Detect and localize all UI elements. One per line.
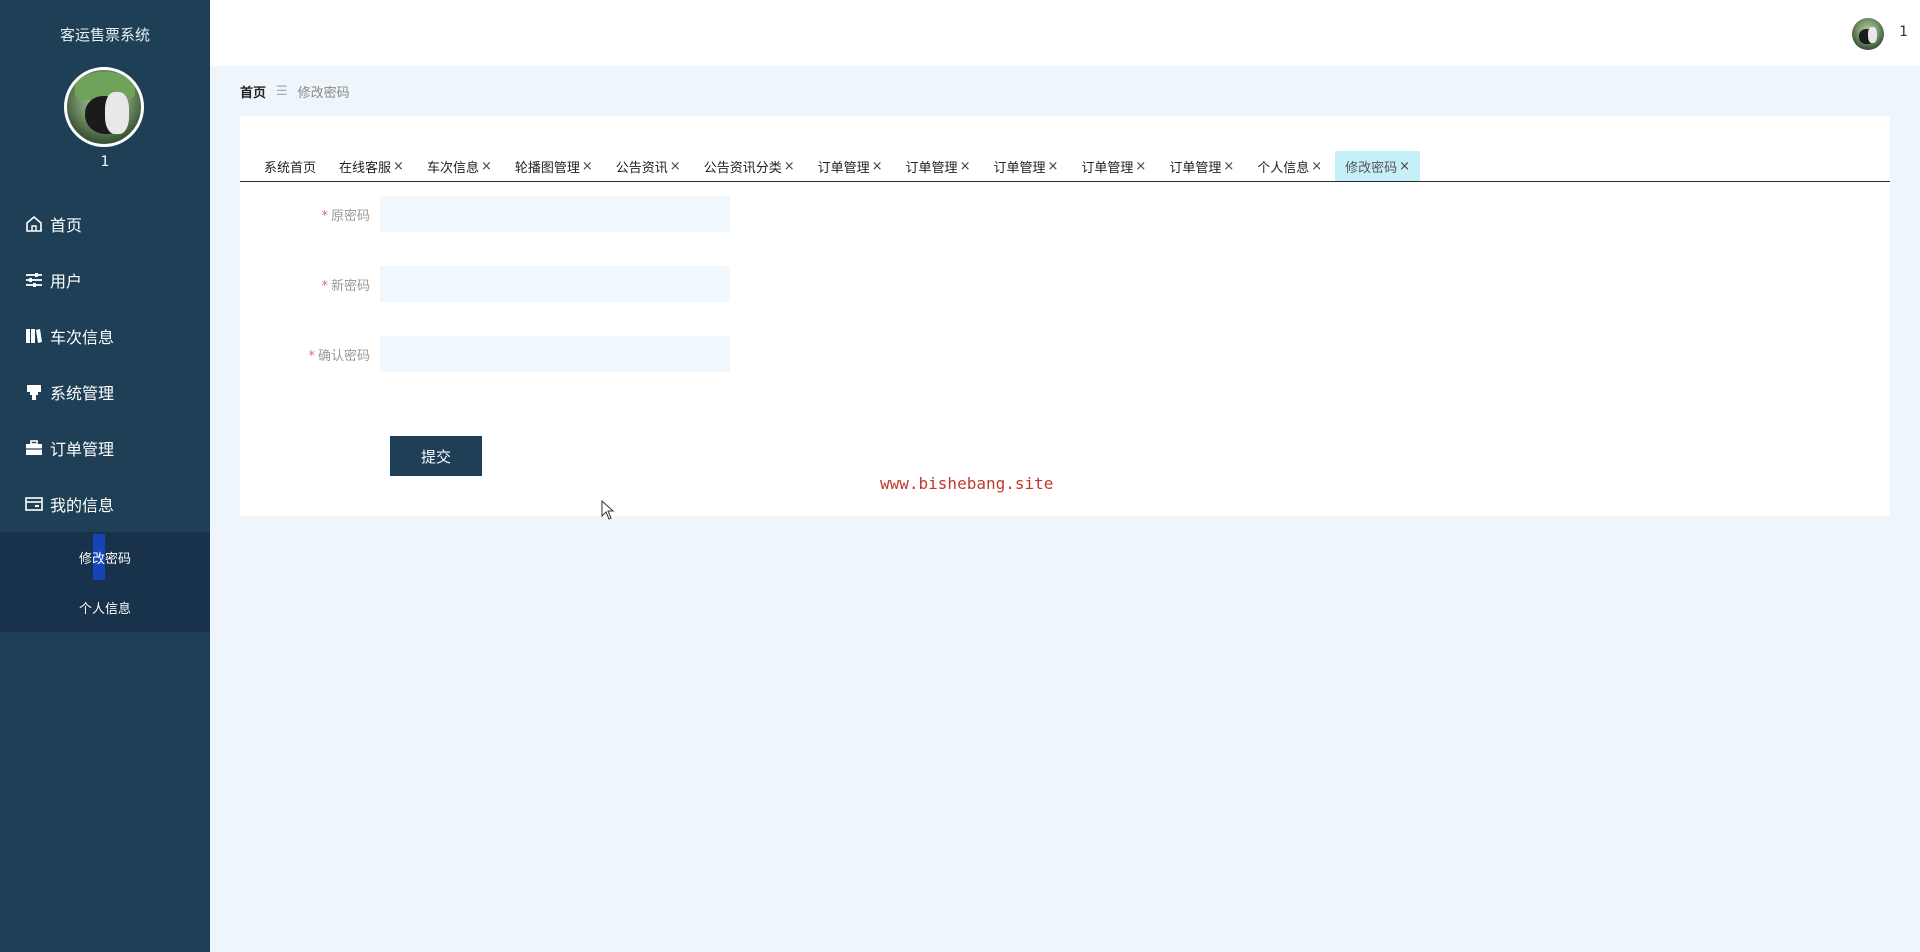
confirm-password-label: * 确认密码: [308, 348, 370, 364]
sidebar-item-my-info[interactable]: 我的信息: [0, 476, 210, 532]
form-row-old-password: * 原密码: [240, 196, 730, 232]
sidebar-item-system[interactable]: 系统管理: [0, 364, 210, 420]
home-icon: [24, 214, 44, 234]
old-password-label: * 原密码: [321, 208, 370, 224]
close-icon[interactable]: ×: [670, 159, 681, 174]
mouse-cursor-icon: [601, 500, 615, 520]
sidebar: 客运售票系统 1 首页 用户 车次信息 系统管理 订单管理 我的信息 修改密码 …: [0, 0, 210, 952]
tab-personal-info[interactable]: 个人信息 ×: [1247, 151, 1332, 181]
sidebar-item-label: 订单管理: [50, 440, 115, 459]
submit-button[interactable]: 提交: [390, 436, 482, 476]
close-icon[interactable]: ×: [1311, 159, 1322, 174]
breadcrumb: 首页 ☰ 修改密码: [240, 82, 350, 101]
tab-system-home[interactable]: 系统首页: [254, 151, 326, 181]
breadcrumb-current: 修改密码: [297, 86, 350, 101]
close-icon[interactable]: ×: [1399, 159, 1410, 174]
book-icon: [24, 326, 44, 346]
stamp-icon: [24, 382, 44, 402]
tab-online-service[interactable]: 在线客服 ×: [329, 151, 414, 181]
close-icon[interactable]: ×: [393, 159, 404, 174]
my-info-submenu: 修改密码 个人信息: [0, 532, 210, 632]
tab-change-password[interactable]: 修改密码 ×: [1335, 151, 1421, 181]
confirm-password-input[interactable]: [380, 336, 730, 372]
new-password-label: * 新密码: [321, 278, 370, 294]
submenu-item-change-password[interactable]: 修改密码: [0, 532, 210, 582]
tab-orders-3[interactable]: 订单管理 ×: [983, 151, 1068, 181]
top-bar: 1: [210, 0, 1920, 66]
breadcrumb-separator: ☰: [276, 84, 288, 99]
close-icon[interactable]: ×: [481, 159, 492, 174]
tab-orders-2[interactable]: 订单管理 ×: [896, 151, 981, 181]
close-icon[interactable]: ×: [872, 159, 883, 174]
avatar[interactable]: [64, 67, 144, 147]
main-card: 系统首页 在线客服 × 车次信息 × 轮播图管理 × 公告资讯 × 公告资讯分类 × 订单…: [240, 116, 1890, 516]
sidebar-item-label: 系统管理: [50, 384, 115, 403]
system-title: 客运售票系统: [59, 26, 150, 44]
sidebar-item-label: 车次信息: [50, 328, 115, 347]
top-username[interactable]: 1: [1899, 24, 1908, 40]
sliders-icon: [24, 270, 44, 290]
tab-train-info[interactable]: 车次信息 ×: [417, 151, 502, 181]
old-password-input[interactable]: [380, 196, 730, 232]
tab-orders-4[interactable]: 订单管理 ×: [1071, 151, 1156, 181]
new-password-input[interactable]: [380, 266, 730, 302]
sidebar-item-users[interactable]: 用户: [0, 252, 210, 308]
close-icon[interactable]: ×: [1047, 159, 1058, 174]
submenu-item-personal-info[interactable]: 个人信息: [0, 582, 210, 632]
tab-orders-5[interactable]: 订单管理 ×: [1159, 151, 1244, 181]
close-icon[interactable]: ×: [960, 159, 971, 174]
close-icon[interactable]: ×: [784, 159, 795, 174]
close-icon[interactable]: ×: [1223, 159, 1234, 174]
breadcrumb-home[interactable]: 首页: [240, 82, 266, 101]
form-row-confirm-password: * 确认密码: [240, 336, 730, 372]
close-icon[interactable]: ×: [582, 159, 593, 174]
sidebar-menu: 首页 用户 车次信息 系统管理 订单管理 我的信息 修改密码 个人信息: [0, 196, 210, 632]
tab-bar: 系统首页 在线客服 × 车次信息 × 轮播图管理 × 公告资讯 × 公告资讯分类 × 订单…: [240, 134, 1890, 182]
user-avatar[interactable]: [1852, 18, 1884, 50]
sidebar-item-home[interactable]: 首页: [0, 196, 210, 252]
watermark: www.bishebang.site: [880, 474, 1054, 493]
id-card-icon: [24, 494, 44, 514]
sidebar-item-train-info[interactable]: 车次信息: [0, 308, 210, 364]
sidebar-item-label: 我的信息: [50, 496, 115, 515]
sidebar-username: 1: [100, 154, 110, 170]
sidebar-item-label: 首页: [50, 216, 83, 235]
close-icon[interactable]: ×: [1135, 159, 1146, 174]
tab-orders-1[interactable]: 订单管理 ×: [808, 151, 893, 181]
tab-news-category[interactable]: 公告资讯分类 ×: [694, 151, 805, 181]
briefcase-icon: [24, 438, 44, 458]
form-row-new-password: * 新密码: [240, 266, 730, 302]
tab-carousel[interactable]: 轮播图管理 ×: [505, 151, 603, 181]
sidebar-item-label: 用户: [50, 272, 83, 291]
sidebar-item-orders[interactable]: 订单管理: [0, 420, 210, 476]
tab-news[interactable]: 公告资讯 ×: [606, 151, 691, 181]
